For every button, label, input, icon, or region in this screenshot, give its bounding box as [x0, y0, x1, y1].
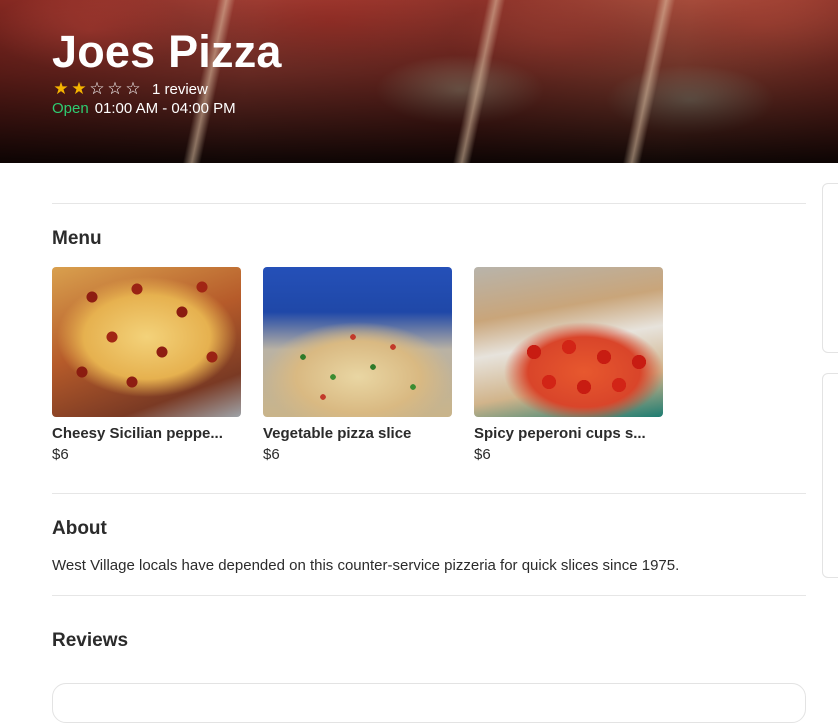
side-panel-card: [822, 183, 838, 353]
hero-banner: Joes Pizza ★ ★ ☆ ☆ ☆ 1 review Open 01:00…: [0, 0, 838, 163]
about-section-title: About: [52, 518, 107, 539]
menu-section-title: Menu: [52, 228, 102, 249]
restaurant-title: Joes Pizza: [52, 26, 282, 77]
menu-item-image[interactable]: [263, 267, 452, 417]
hours-row: Open 01:00 AM - 04:00 PM: [52, 100, 236, 117]
about-description: West Village locals have depended on thi…: [52, 557, 680, 574]
review-card: [52, 683, 806, 723]
menu-item-image[interactable]: [52, 267, 241, 417]
divider: [52, 595, 806, 596]
rating-row: ★ ★ ☆ ☆ ☆ 1 review: [52, 80, 208, 98]
hero-crust-stripe: [452, 0, 506, 163]
star-full-icon: ★: [71, 79, 87, 98]
open-status: Open: [52, 100, 89, 117]
side-panel-card: [822, 373, 838, 578]
menu-item-price: $6: [52, 446, 69, 463]
menu-item-name: Spicy peperoni cups s...: [474, 425, 646, 442]
menu-item-name: Vegetable pizza slice: [263, 425, 412, 442]
menu-item[interactable]: Spicy peperoni cups s... $6: [474, 267, 663, 463]
divider: [52, 493, 806, 494]
menu-item-price: $6: [474, 446, 491, 463]
menu-item-name: Cheesy Sicilian peppe...: [52, 425, 223, 442]
menu-item-price: $6: [263, 446, 280, 463]
menu-item[interactable]: Cheesy Sicilian peppe... $6: [52, 267, 241, 463]
menu-item-image[interactable]: [474, 267, 663, 417]
star-full-icon: ★: [53, 79, 69, 98]
divider: [52, 203, 806, 204]
hero-crust-stripe: [622, 0, 676, 163]
star-empty-icon: ☆: [107, 79, 123, 98]
star-empty-icon: ☆: [89, 79, 105, 98]
reviews-section-title: Reviews: [52, 630, 129, 651]
menu-item[interactable]: Vegetable pizza slice $6: [263, 267, 452, 463]
review-count-link[interactable]: 1 review: [152, 81, 208, 98]
opening-hours: 01:00 AM - 04:00 PM: [94, 100, 236, 117]
star-rating: ★ ★ ☆ ☆ ☆: [52, 80, 142, 98]
star-empty-icon: ☆: [125, 79, 141, 98]
